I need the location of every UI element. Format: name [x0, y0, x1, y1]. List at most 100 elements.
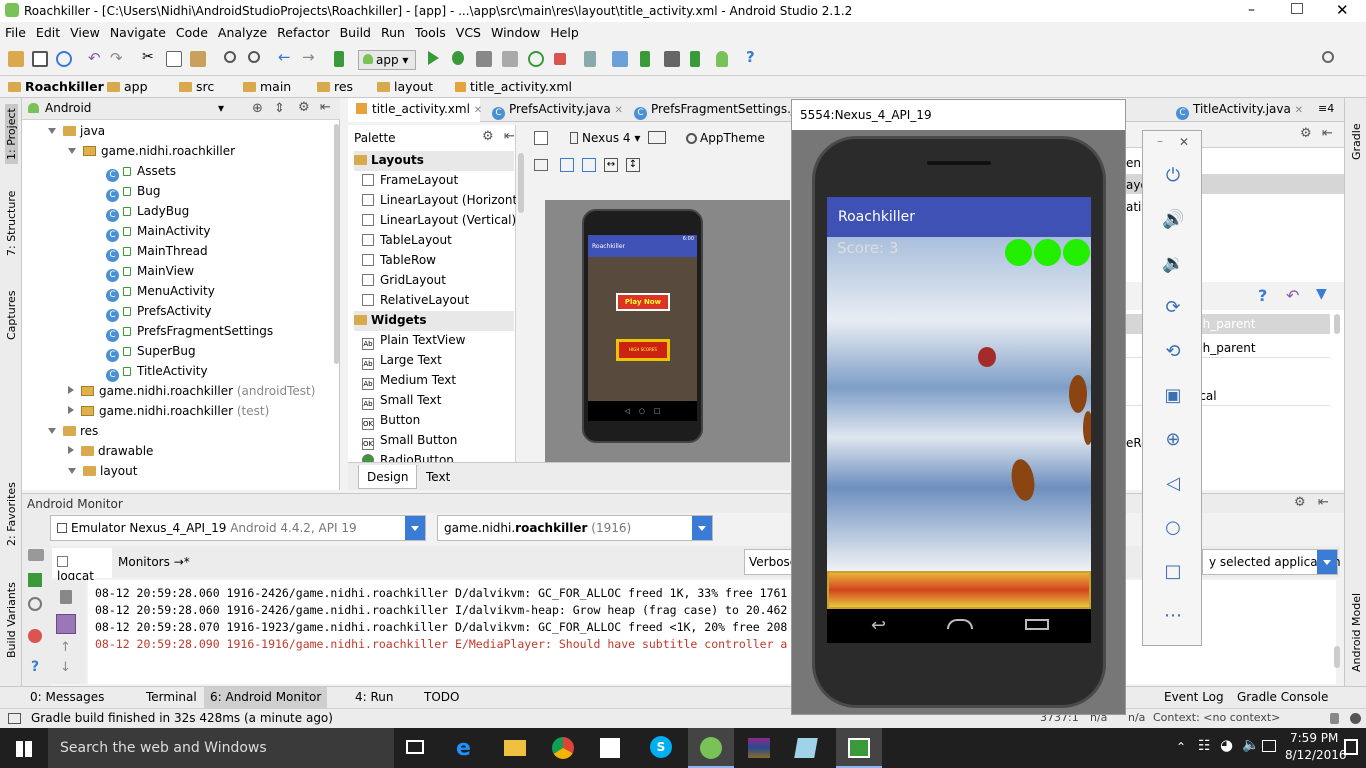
edge-icon[interactable]: e	[456, 736, 471, 761]
volume-up-icon[interactable]: 🔊	[1162, 209, 1184, 231]
palette-item[interactable]: TableLayout	[362, 231, 452, 251]
expand-arrow-icon[interactable]	[68, 468, 76, 474]
roach-sprite[interactable]	[1083, 411, 1091, 445]
find-icon[interactable]	[224, 51, 236, 63]
tab-title-activity-xml[interactable]: title_activity.xml ✕	[348, 98, 482, 122]
breadcrumb-item[interactable]: Roachkiller	[8, 79, 104, 94]
filter-dropdown-icon[interactable]	[1317, 550, 1337, 574]
zoom-icon[interactable]: ⊕	[1162, 429, 1184, 451]
winrar-icon[interactable]	[748, 738, 770, 758]
palette-item[interactable]: Ab Medium Text	[362, 371, 456, 391]
device-combo[interactable]: Emulator Nexus_4_API_19 Android 4.4.2, A…	[50, 515, 426, 541]
help-icon[interactable]: ?	[31, 659, 39, 675]
palette-item[interactable]: LinearLayout (Horizontal)	[362, 191, 516, 211]
menu-window[interactable]: Window	[486, 22, 545, 40]
collapse-arrow-icon[interactable]	[68, 446, 74, 454]
gradle-sync-icon[interactable]	[640, 51, 650, 67]
more-icon[interactable]: ⋯	[1162, 605, 1184, 627]
inspector-icon[interactable]	[1350, 713, 1361, 724]
make-project-icon[interactable]	[334, 51, 344, 67]
breadcrumb-item[interactable]: main	[243, 79, 291, 94]
attach-debugger-icon[interactable]	[476, 51, 492, 67]
start-button[interactable]	[0, 728, 48, 768]
zoom-fit-icon[interactable]	[534, 159, 548, 171]
run-config-select[interactable]: app ▾	[358, 50, 416, 70]
tree-item[interactable]: C LadyBug	[106, 204, 189, 224]
layout-file-icon[interactable]	[534, 131, 548, 145]
notifications-icon[interactable]	[1344, 739, 1358, 755]
process-combo[interactable]: game.nidhi.roachkiller (1916)	[437, 515, 713, 541]
volume-icon[interactable]: 🔈	[1242, 737, 1259, 753]
nav-home-icon[interactable]	[947, 619, 973, 629]
minimize-button[interactable]: –	[1248, 2, 1264, 18]
back-icon[interactable]: ◁	[1162, 473, 1184, 495]
palette-item[interactable]: TableRow	[362, 251, 436, 271]
filter-icon[interactable]: ▼	[1316, 286, 1327, 302]
tool-window-terminal[interactable]: Terminal	[146, 690, 197, 704]
palette-item[interactable]: OK Button	[362, 411, 420, 431]
build-variants-tool-tab[interactable]: Build Variants	[5, 582, 18, 658]
tool-window-run[interactable]: 4: Run	[355, 690, 394, 704]
resize-v-icon[interactable]: ↕	[626, 158, 640, 172]
collapse-arrow-icon[interactable]	[68, 406, 74, 414]
chrome-icon[interactable]	[552, 737, 574, 759]
expand-arrow-icon[interactable]	[48, 428, 56, 434]
process-dropdown-icon[interactable]	[692, 516, 712, 540]
sync-icon[interactable]	[56, 51, 72, 67]
menu-tools[interactable]: Tools	[410, 22, 451, 40]
network-icon[interactable]: ☷	[1198, 738, 1211, 754]
palette-item[interactable]: RelativeLayout	[362, 291, 469, 311]
android-model-tool-tab[interactable]: Android Model	[1350, 593, 1363, 672]
back-icon[interactable]: ←	[278, 48, 294, 66]
replace-icon[interactable]	[248, 51, 260, 63]
tree-item[interactable]: java	[48, 124, 105, 144]
tree-scrollbar[interactable]	[334, 124, 339, 364]
tab-monitors[interactable]: Monitors →*	[118, 555, 190, 569]
tab-text[interactable]: Text	[416, 465, 460, 489]
project-structure-icon[interactable]	[584, 51, 596, 67]
coverage-icon[interactable]	[502, 51, 518, 67]
emulator-taskbar-icon[interactable]	[836, 728, 882, 768]
emulator-screen[interactable]: Roachkiller Score: 3 ↩	[827, 197, 1091, 643]
forward-icon[interactable]: →	[302, 48, 318, 66]
tree-item[interactable]: layout	[68, 464, 137, 484]
resize-h-icon[interactable]: ↔	[604, 158, 618, 172]
restore-button[interactable]	[1291, 3, 1303, 14]
android-monitor-icon[interactable]	[716, 51, 728, 67]
theme-select[interactable]: AppTheme	[686, 131, 765, 145]
palette-item[interactable]: OK Small Button	[362, 431, 457, 451]
tool-window-event-log[interactable]: Event Log	[1164, 690, 1224, 704]
paste-icon[interactable]	[190, 51, 206, 67]
help-icon[interactable]: ?	[1258, 286, 1267, 305]
file-explorer-icon[interactable]	[504, 740, 526, 756]
system-info-icon[interactable]	[28, 597, 42, 611]
tool-window-messages[interactable]: 0: Messages	[30, 690, 104, 704]
rotate-right-icon[interactable]: ⟲	[1162, 341, 1184, 363]
avd-manager-icon[interactable]	[664, 51, 680, 67]
tree-item[interactable]: C PrefsFragmentSettings	[106, 324, 273, 344]
menu-refactor[interactable]: Refactor	[272, 22, 334, 40]
redo-icon[interactable]: ↷	[110, 49, 126, 67]
volume-down-icon[interactable]: 🔉	[1162, 253, 1184, 275]
hide-icon[interactable]: ⇤	[320, 100, 331, 115]
scroll-from-source-icon[interactable]: ⊕	[252, 101, 263, 116]
menu-view[interactable]: View	[65, 22, 105, 40]
tree-item[interactable]: C Bug	[106, 184, 160, 204]
high-scores-button[interactable]: HIGH SCORES	[616, 339, 670, 361]
clock-date[interactable]: 8/12/2016	[1285, 748, 1347, 762]
open-folder-icon[interactable]	[8, 51, 24, 67]
notepad-icon[interactable]	[794, 738, 818, 758]
search-box[interactable]: Search the web and Windows	[48, 728, 394, 768]
menu-analyze[interactable]: Analyze	[213, 22, 272, 40]
ladybug-sprite[interactable]	[978, 347, 996, 367]
expand-arrow-icon[interactable]	[48, 128, 56, 134]
captures-tool-tab[interactable]: Captures	[5, 291, 18, 340]
tree-item[interactable]: C SuperBug	[106, 344, 196, 364]
log-filter-select[interactable]: y selected application	[1202, 549, 1341, 575]
palette-category[interactable]: Widgets	[354, 311, 514, 331]
device-select[interactable]: Nexus 4 ▾	[570, 131, 640, 145]
menu-help[interactable]: Help	[545, 22, 584, 40]
collapse-arrow-icon[interactable]	[68, 386, 74, 394]
tree-item[interactable]: game.nidhi.roachkiller	[68, 144, 235, 164]
zoom-in-icon[interactable]	[582, 158, 596, 172]
